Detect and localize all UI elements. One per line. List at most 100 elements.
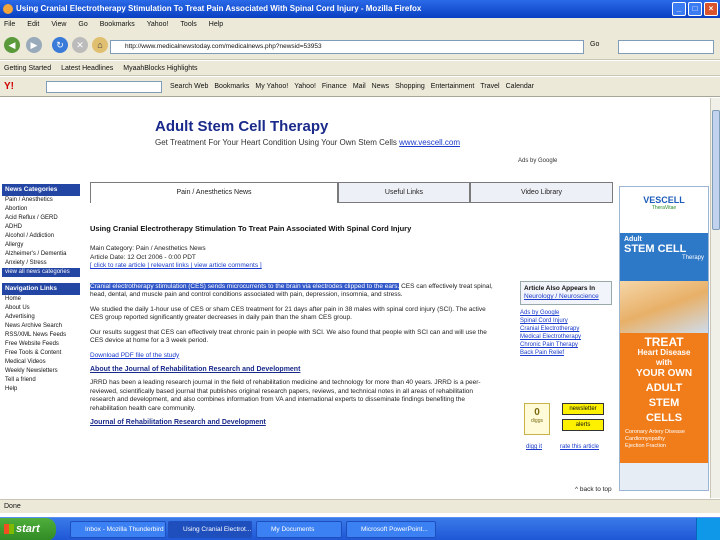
ad-text: STEM: [648, 397, 680, 409]
nav-link[interactable]: News Archive Search: [2, 322, 80, 331]
navigation-toolbar: ◀ ▶ ↻ ✕ ⌂ http://www.medicalnewstoday.co…: [0, 32, 720, 60]
related-link[interactable]: Spinal Cord Injury: [520, 317, 612, 325]
nav-link[interactable]: Help: [2, 385, 80, 394]
news-categories-header: News Categories: [2, 184, 80, 196]
close-icon[interactable]: ×: [704, 2, 718, 16]
reload-icon[interactable]: ↻: [52, 37, 68, 53]
ads-by-google[interactable]: Ads by Google: [518, 158, 557, 164]
taskbar-item-powerpoint[interactable]: Microsoft PowerPoint...: [346, 521, 436, 538]
start-button[interactable]: start: [0, 518, 56, 540]
rate-article-link[interactable]: rate this article: [560, 444, 599, 450]
tab-video-library[interactable]: Video Library: [470, 182, 613, 203]
category-item[interactable]: Alzheimer's / Dementia: [2, 250, 80, 259]
stop-icon[interactable]: ✕: [72, 37, 88, 53]
category-item[interactable]: Allergy: [2, 241, 80, 250]
vescell-side-ad[interactable]: VESCELL TheraVitae Adult STEM CELL Thera…: [619, 186, 709, 491]
taskbar: start Inbox - Mozilla Thunderbird Using …: [0, 517, 720, 540]
about-journal-heading[interactable]: About the Journal of Rehabilitation Rese…: [90, 366, 498, 373]
ad-bullets: Coronary Artery Disease Cardiomyopathy E…: [622, 429, 706, 450]
taskbar-item-my-documents[interactable]: My Documents: [256, 521, 342, 538]
menu-tools[interactable]: Tools: [180, 18, 196, 32]
related-link[interactable]: Ads by Google: [520, 309, 612, 317]
ad-brand: VESCELL TheraVitae: [620, 187, 708, 233]
nav-link[interactable]: RSS/XML News Feeds: [2, 331, 80, 340]
address-bar[interactable]: http://www.medicalnewstoday.com/medicaln…: [110, 40, 584, 54]
related-link[interactable]: Chronic Pain Therapy: [520, 341, 612, 349]
journal-link[interactable]: Journal of Rehabilitation Research and D…: [90, 419, 498, 426]
nav-link[interactable]: About Us: [2, 304, 80, 313]
menu-go[interactable]: Go: [78, 18, 87, 32]
nav-link[interactable]: Weekly Newsletters: [2, 367, 80, 376]
back-to-top-link[interactable]: ^ back to top: [575, 486, 612, 493]
taskbar-item-thunderbird[interactable]: Inbox - Mozilla Thunderbird: [70, 521, 166, 538]
yahoo-bookmarks[interactable]: Bookmarks: [214, 77, 249, 97]
yahoo-home[interactable]: Yahoo!: [294, 77, 316, 97]
yahoo-entertainment[interactable]: Entertainment: [431, 77, 475, 97]
menu-edit[interactable]: Edit: [27, 18, 39, 32]
category-item[interactable]: Alcohol / Addiction: [2, 232, 80, 241]
alerts-button[interactable]: alerts: [562, 419, 604, 431]
nav-link[interactable]: Free Tools & Content: [2, 349, 80, 358]
download-pdf-link[interactable]: Download PDF file of the study: [90, 352, 498, 361]
digg-label: diggs: [531, 418, 543, 424]
banner-ad-title[interactable]: Adult Stem Cell Therapy: [155, 118, 328, 135]
category-item[interactable]: ADHD: [2, 223, 80, 232]
back-icon[interactable]: ◀: [4, 37, 20, 53]
minimize-icon[interactable]: _: [672, 2, 686, 16]
menu-help[interactable]: Help: [209, 18, 223, 32]
article-links-line[interactable]: [ click to rate article | relevant links…: [90, 262, 498, 271]
yahoo-news[interactable]: News: [372, 77, 390, 97]
category-item[interactable]: Anxiety / Stress: [2, 259, 80, 268]
menu-view[interactable]: View: [51, 18, 66, 32]
bookmark-latest-headlines[interactable]: Latest Headlines: [61, 61, 113, 75]
menu-file[interactable]: File: [4, 18, 15, 32]
taskbar-item-firefox[interactable]: Using Cranial Electrot...: [168, 521, 252, 538]
yahoo-finance[interactable]: Finance: [322, 77, 347, 97]
nav-link[interactable]: Advertising: [2, 313, 80, 322]
yahoo-search-web[interactable]: Search Web: [170, 77, 208, 97]
maximize-icon[interactable]: □: [688, 2, 702, 16]
navigation-links-header: Navigation Links: [2, 283, 80, 295]
yahoo-shopping[interactable]: Shopping: [395, 77, 425, 97]
yahoo-calendar[interactable]: Calendar: [506, 77, 534, 97]
nav-link[interactable]: Home: [2, 295, 80, 304]
yahoo-logo[interactable]: Y!: [4, 77, 14, 97]
also-appears-link[interactable]: Neurology / Neuroscience: [524, 293, 608, 301]
scroll-thumb[interactable]: [712, 110, 720, 230]
bookmark-highlights[interactable]: MyaahBlocks Highlights: [123, 61, 197, 75]
related-link[interactable]: Back Pain Relief: [520, 349, 612, 357]
menu-yahoo[interactable]: Yahoo!: [147, 18, 169, 32]
yahoo-mail[interactable]: Mail: [353, 77, 366, 97]
home-icon[interactable]: ⌂: [92, 37, 108, 53]
window-title: Using Cranial Electrotherapy Stimulation…: [16, 4, 422, 13]
tab-pain-news[interactable]: Pain / Anesthetics News: [90, 182, 338, 203]
nav-link[interactable]: Free Website Feeds: [2, 340, 80, 349]
forward-icon[interactable]: ▶: [26, 37, 42, 53]
bookmark-getting-started[interactable]: Getting Started: [4, 61, 51, 75]
newsletter-button[interactable]: newsletter: [562, 403, 604, 415]
search-input[interactable]: [618, 40, 714, 54]
tab-useful-links[interactable]: Useful Links: [338, 182, 470, 203]
nav-link[interactable]: Medical Videos: [2, 358, 80, 367]
ad-text: YOUR OWN: [635, 368, 693, 379]
menu-bookmarks[interactable]: Bookmarks: [100, 18, 135, 32]
category-item[interactable]: Pain / Anesthetics: [2, 196, 80, 205]
yahoo-travel[interactable]: Travel: [480, 77, 499, 97]
article-date: Article Date: 12 Oct 2006 - 0:00 PDT: [90, 253, 196, 261]
category-item[interactable]: Acid Reflux / GERD: [2, 214, 80, 223]
yahoo-my-yahoo[interactable]: My Yahoo!: [255, 77, 288, 97]
digg-vote-box[interactable]: 0 diggs: [524, 403, 550, 435]
category-item[interactable]: Abortion: [2, 205, 80, 214]
nav-link[interactable]: Tell a friend: [2, 376, 80, 385]
windows-logo-icon: [4, 524, 14, 534]
view-all-categories-link[interactable]: view all news categories: [2, 268, 80, 277]
related-link[interactable]: Medical Electrotherapy: [520, 333, 612, 341]
related-links: Ads by Google Spinal Cord Injury Cranial…: [520, 309, 612, 357]
banner-ad-link[interactable]: www.vescell.com: [399, 138, 460, 147]
status-text: Done: [4, 503, 21, 510]
go-button[interactable]: Go: [590, 41, 599, 48]
yahoo-search-input[interactable]: [46, 81, 162, 93]
related-link[interactable]: Cranial Electrotherapy: [520, 325, 612, 333]
vertical-scrollbar[interactable]: [710, 98, 720, 498]
digg-it-link[interactable]: digg it: [526, 444, 542, 450]
